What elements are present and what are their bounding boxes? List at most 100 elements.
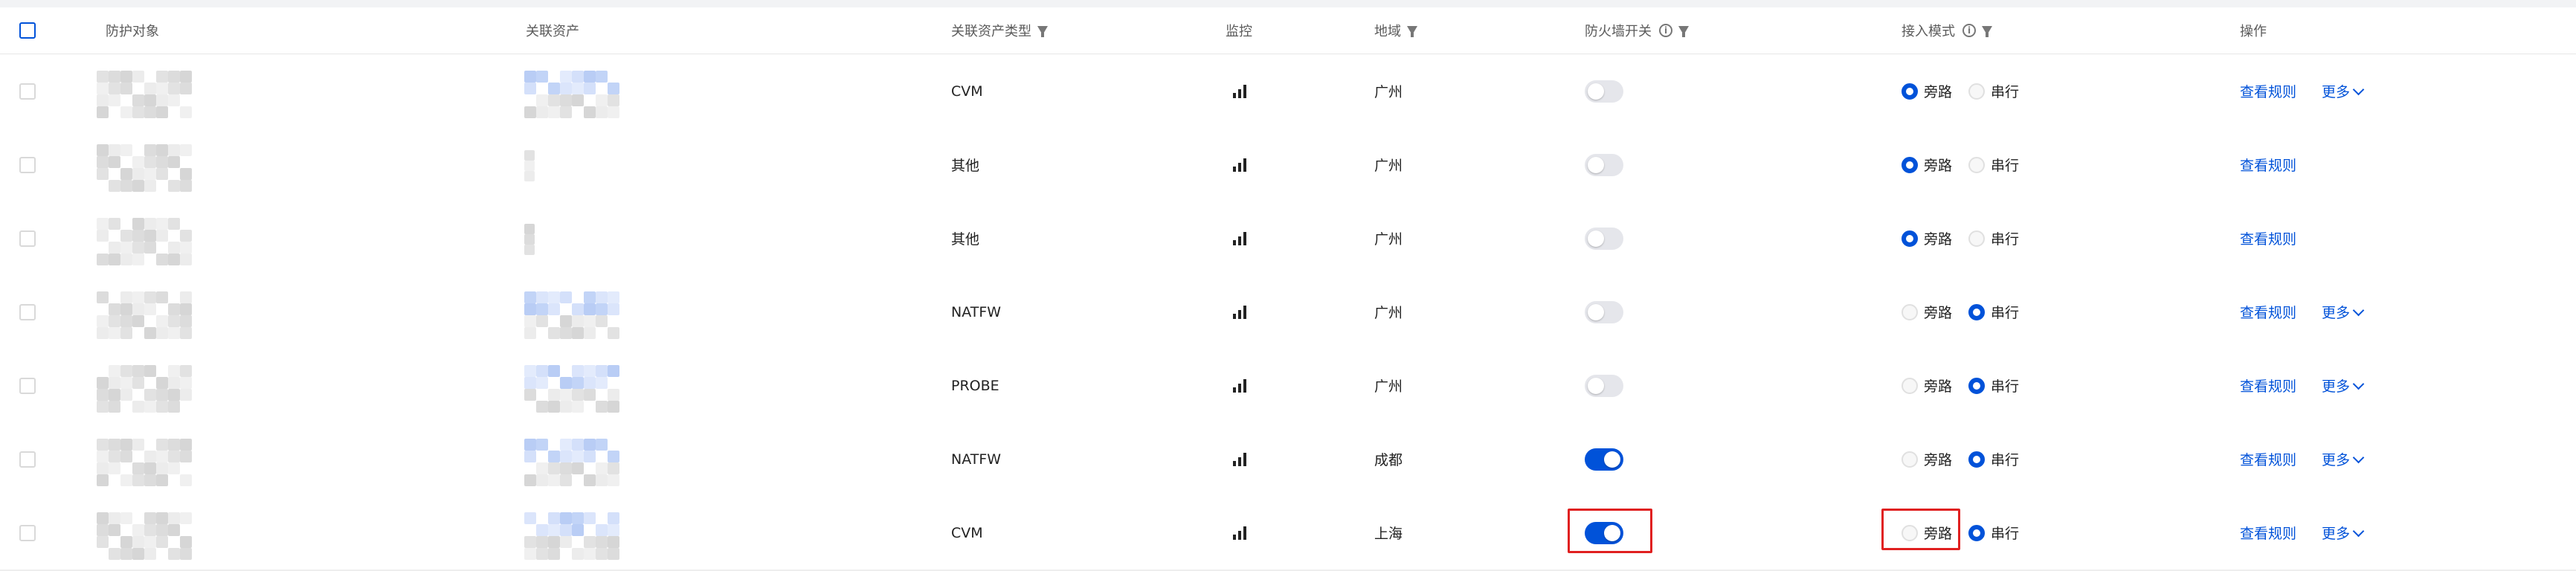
radio-serial[interactable]: 串行 — [1968, 523, 2019, 543]
filter-icon[interactable] — [1407, 26, 1417, 37]
more-dropdown[interactable]: 更多 — [2322, 523, 2365, 543]
monitor-chart-icon[interactable] — [1233, 452, 1246, 466]
view-rules-link[interactable]: 查看规则 — [2240, 449, 2296, 469]
firewall-toggle[interactable] — [1585, 374, 1623, 397]
redacted-pixel — [97, 512, 109, 524]
redacted-pixel — [97, 401, 109, 413]
redacted-pixel — [109, 389, 120, 401]
more-dropdown[interactable]: 更多 — [2322, 449, 2365, 469]
view-rules-link[interactable]: 查看规则 — [2240, 155, 2296, 175]
radio-serial[interactable]: 串行 — [1968, 302, 2019, 322]
redacted-pixel — [548, 327, 560, 339]
more-dropdown[interactable]: 更多 — [2322, 81, 2365, 101]
actions-cell: 查看规则 — [2240, 128, 2296, 201]
toggle-knob — [1588, 377, 1604, 394]
filter-icon[interactable] — [1678, 26, 1689, 37]
redacted-pixel — [120, 536, 132, 548]
redacted-pixel — [560, 389, 572, 401]
firewall-toggle[interactable] — [1585, 80, 1623, 103]
asset-type-cell: NATFW — [951, 275, 1001, 349]
info-icon[interactable]: i — [1659, 24, 1672, 37]
radio-serial[interactable]: 串行 — [1968, 375, 2019, 396]
filter-icon[interactable] — [1037, 26, 1048, 37]
radio-serial[interactable]: 串行 — [1968, 155, 2019, 175]
firewall-toggle[interactable] — [1585, 153, 1623, 176]
redacted-pixel — [180, 83, 192, 94]
redacted-pixel — [596, 303, 608, 315]
header-related-asset: 关联资产 — [526, 24, 579, 39]
redacted-pixel — [156, 451, 168, 462]
row-checkbox[interactable] — [19, 83, 36, 100]
access-mode-cell: 旁路 串行 — [1902, 422, 2019, 496]
select-all-checkbox[interactable] — [19, 22, 36, 39]
radio-serial-label: 串行 — [1991, 305, 2020, 321]
redacted-pixel — [560, 315, 572, 327]
redacted-pixel — [120, 365, 132, 377]
monitor-cell — [1233, 496, 1246, 570]
row-checkbox-cell — [19, 496, 36, 570]
radio-bypass[interactable]: 旁路 — [1902, 155, 1952, 175]
monitor-chart-icon[interactable] — [1233, 158, 1246, 172]
radio-serial[interactable]: 串行 — [1968, 81, 2019, 101]
table-row: NATFW 成都 旁路 串行 查看规则 更多 — [0, 422, 2576, 497]
region: 成都 — [1374, 452, 1403, 468]
monitor-chart-icon[interactable] — [1233, 378, 1246, 393]
view-rules-link[interactable]: 查看规则 — [2240, 81, 2296, 101]
monitor-bar — [1233, 92, 1236, 98]
redacted-pixel — [548, 462, 560, 474]
redacted-pixel — [109, 377, 120, 389]
radio-serial[interactable]: 串行 — [1968, 449, 2019, 469]
view-rules-link[interactable]: 查看规则 — [2240, 302, 2296, 322]
redacted-pixel — [584, 389, 596, 401]
firewall-toggle[interactable] — [1585, 448, 1623, 471]
monitor-chart-icon[interactable] — [1233, 305, 1246, 319]
more-label: 更多 — [2322, 378, 2351, 395]
redacted-pixel — [180, 512, 192, 524]
redacted-pixel — [168, 144, 180, 156]
row-checkbox[interactable] — [19, 451, 36, 468]
row-checkbox[interactable] — [19, 524, 36, 541]
chevron-down-icon — [2352, 525, 2365, 537]
header-asset-type: 关联资产类型 — [951, 24, 1031, 39]
radio-bypass[interactable]: 旁路 — [1902, 228, 1952, 248]
radio-bypass[interactable]: 旁路 — [1902, 375, 1952, 396]
view-rules-link[interactable]: 查看规则 — [2240, 228, 2296, 248]
redacted-pixel — [144, 512, 156, 524]
monitor-cell — [1233, 201, 1246, 275]
monitor-chart-icon[interactable] — [1233, 231, 1246, 245]
redacted-pixel — [596, 365, 608, 377]
view-rules-link[interactable]: 查看规则 — [2240, 523, 2296, 543]
radio-bypass[interactable]: 旁路 — [1902, 81, 1952, 101]
redacted-pixel — [97, 389, 109, 401]
redacted-pixel — [120, 144, 132, 156]
redacted-pixel — [560, 536, 572, 548]
filter-icon[interactable] — [1982, 26, 1992, 37]
monitor-chart-icon[interactable] — [1233, 526, 1246, 540]
header-monitor: 监控 — [1226, 24, 1252, 39]
firewall-toggle[interactable] — [1585, 227, 1623, 250]
firewall-cell — [1585, 201, 1623, 275]
view-rules-link[interactable]: 查看规则 — [2240, 375, 2296, 396]
redacted-pixel — [548, 401, 560, 413]
row-checkbox[interactable] — [19, 303, 36, 320]
radio-bypass[interactable]: 旁路 — [1902, 449, 1952, 469]
region: 广州 — [1374, 378, 1403, 395]
redacted-pixel — [132, 365, 144, 377]
row-checkbox[interactable] — [19, 156, 36, 173]
radio-bypass[interactable]: 旁路 — [1902, 523, 1952, 543]
redacted-pixel — [156, 462, 168, 474]
info-icon[interactable]: i — [1962, 24, 1976, 37]
row-checkbox[interactable] — [19, 377, 36, 394]
monitor-chart-icon[interactable] — [1233, 84, 1246, 98]
region: 广州 — [1374, 84, 1403, 100]
row-checkbox[interactable] — [19, 230, 36, 247]
firewall-toggle[interactable] — [1585, 300, 1623, 323]
redacted-pixel — [180, 303, 192, 315]
monitor-bar — [1243, 526, 1246, 540]
radio-serial[interactable]: 串行 — [1968, 228, 2019, 248]
firewall-toggle[interactable] — [1585, 521, 1623, 544]
more-dropdown[interactable]: 更多 — [2322, 302, 2365, 322]
radio-bypass[interactable]: 旁路 — [1902, 302, 1952, 322]
redacted-pixel — [168, 524, 180, 536]
more-dropdown[interactable]: 更多 — [2322, 375, 2365, 396]
